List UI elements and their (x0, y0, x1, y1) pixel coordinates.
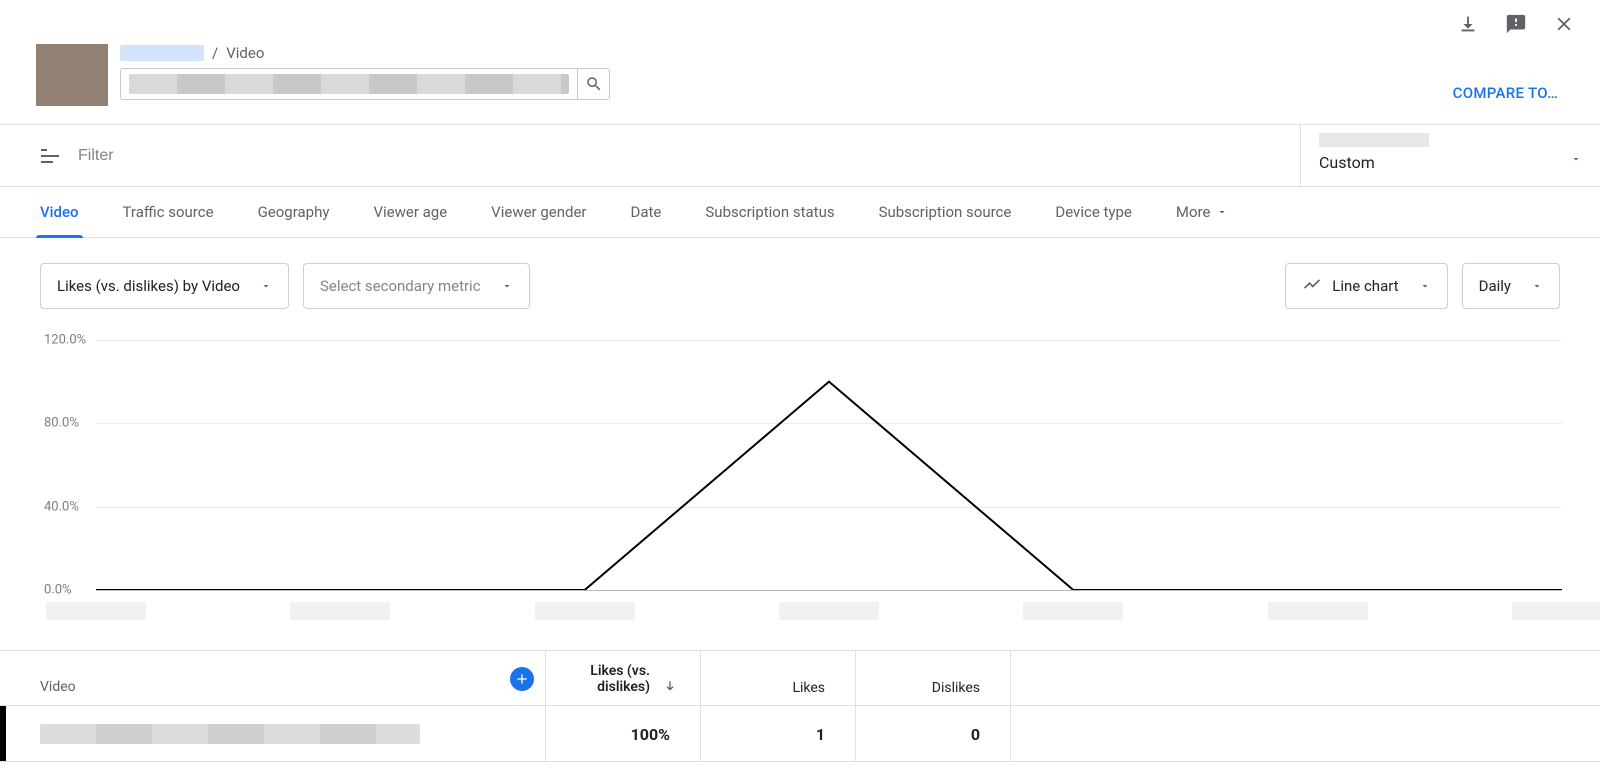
x-tick-placeholder (1512, 602, 1600, 620)
filter-icon[interactable] (38, 144, 62, 168)
add-column-button[interactable] (510, 667, 534, 691)
chevron-down-icon (1531, 280, 1543, 292)
x-tick-placeholder (1268, 602, 1368, 620)
tab-subscription-status[interactable]: Subscription status (705, 186, 834, 238)
tab-viewer-gender[interactable]: Viewer gender (491, 186, 586, 238)
chart-x-ticks (96, 602, 1562, 622)
granularity-select[interactable]: Daily (1462, 263, 1560, 309)
y-tick-label: 120.0% (44, 333, 86, 348)
chevron-down-icon (1216, 206, 1228, 218)
video-name-placeholder (40, 724, 420, 744)
x-tick-placeholder (290, 602, 390, 620)
feedback-icon[interactable] (1504, 12, 1528, 36)
cell-dislikes: 0 (855, 706, 1010, 762)
col-header-likes[interactable]: Likes (700, 651, 855, 706)
tab-viewer-age[interactable]: Viewer age (373, 186, 447, 238)
filter-row: Custom (0, 124, 1600, 186)
x-tick-placeholder (1023, 602, 1123, 620)
col-header-empty (1010, 651, 1570, 706)
chart-controls: Likes (vs. dislikes) by Video Select sec… (40, 263, 1560, 309)
x-tick-placeholder (535, 602, 635, 620)
download-icon[interactable] (1456, 12, 1480, 36)
primary-metric-label: Likes (vs. dislikes) by Video (57, 277, 240, 295)
date-range-value-placeholder (1319, 133, 1429, 147)
chart-type-select[interactable]: Line chart (1285, 263, 1447, 309)
search-icon[interactable] (577, 69, 609, 99)
col-header-likes-vs-dislikes[interactable]: Likes (vs. dislikes) (545, 651, 700, 706)
top-action-icons (1456, 12, 1576, 36)
tab-geography[interactable]: Geography (258, 186, 330, 238)
cell-likes: 1 (700, 706, 855, 762)
tab-date[interactable]: Date (631, 186, 662, 238)
breadcrumb-current: Video (226, 44, 264, 62)
breadcrumb: / Video (120, 44, 1564, 62)
close-icon[interactable] (1552, 12, 1576, 36)
tab-traffic-source[interactable]: Traffic source (123, 186, 214, 238)
y-tick-label: 0.0% (44, 583, 72, 598)
video-thumbnail[interactable] (36, 44, 108, 106)
secondary-metric-select[interactable]: Select secondary metric (303, 263, 530, 309)
chevron-down-icon (1419, 280, 1431, 292)
line-chart-icon (1302, 274, 1322, 298)
dimension-tabs: Video Traffic source Geography Viewer ag… (0, 186, 1600, 238)
chevron-down-icon (1570, 153, 1582, 165)
filter-input[interactable] (78, 147, 478, 165)
secondary-metric-label: Select secondary metric (320, 277, 481, 295)
tab-more[interactable]: More (1176, 186, 1229, 238)
granularity-label: Daily (1479, 277, 1511, 295)
x-tick-placeholder (779, 602, 879, 620)
compare-to-button[interactable]: COMPARE TO… (1453, 84, 1558, 102)
chart-plot-area[interactable] (96, 340, 1562, 590)
y-tick-label: 80.0% (44, 416, 79, 431)
y-tick-label: 40.0% (44, 499, 79, 514)
table-header: Video Likes (vs. dislikes) Likes Dislike… (0, 651, 1600, 706)
chevron-down-icon (501, 280, 513, 292)
cell-likes-vs-dislikes: 100% (545, 706, 700, 762)
table-row[interactable]: 100% 1 0 (0, 706, 1600, 762)
sort-descending-icon (662, 679, 678, 699)
video-header: / Video COMPARE TO… (36, 44, 1564, 106)
x-tick-placeholder (46, 602, 146, 620)
breadcrumb-parent[interactable] (120, 45, 204, 61)
chevron-down-icon (260, 280, 272, 292)
breadcrumb-separator: / (212, 44, 218, 62)
tab-subscription-source[interactable]: Subscription source (879, 186, 1012, 238)
date-range-label: Custom (1319, 153, 1576, 172)
date-range-picker[interactable]: Custom (1300, 125, 1600, 186)
primary-metric-select[interactable]: Likes (vs. dislikes) by Video (40, 263, 289, 309)
cell-empty (1010, 706, 1570, 762)
chart-type-label: Line chart (1332, 277, 1398, 295)
video-search[interactable] (120, 68, 610, 100)
tab-device-type[interactable]: Device type (1055, 186, 1132, 238)
metric-chart: 0.0%40.0%80.0%120.0% (44, 340, 1562, 630)
col-header-video[interactable]: Video (40, 679, 76, 695)
video-title-placeholder (129, 74, 569, 94)
tab-video[interactable]: Video (40, 186, 79, 238)
col-header-dislikes[interactable]: Dislikes (855, 651, 1010, 706)
data-table: Video Likes (vs. dislikes) Likes Dislike… (0, 650, 1600, 762)
